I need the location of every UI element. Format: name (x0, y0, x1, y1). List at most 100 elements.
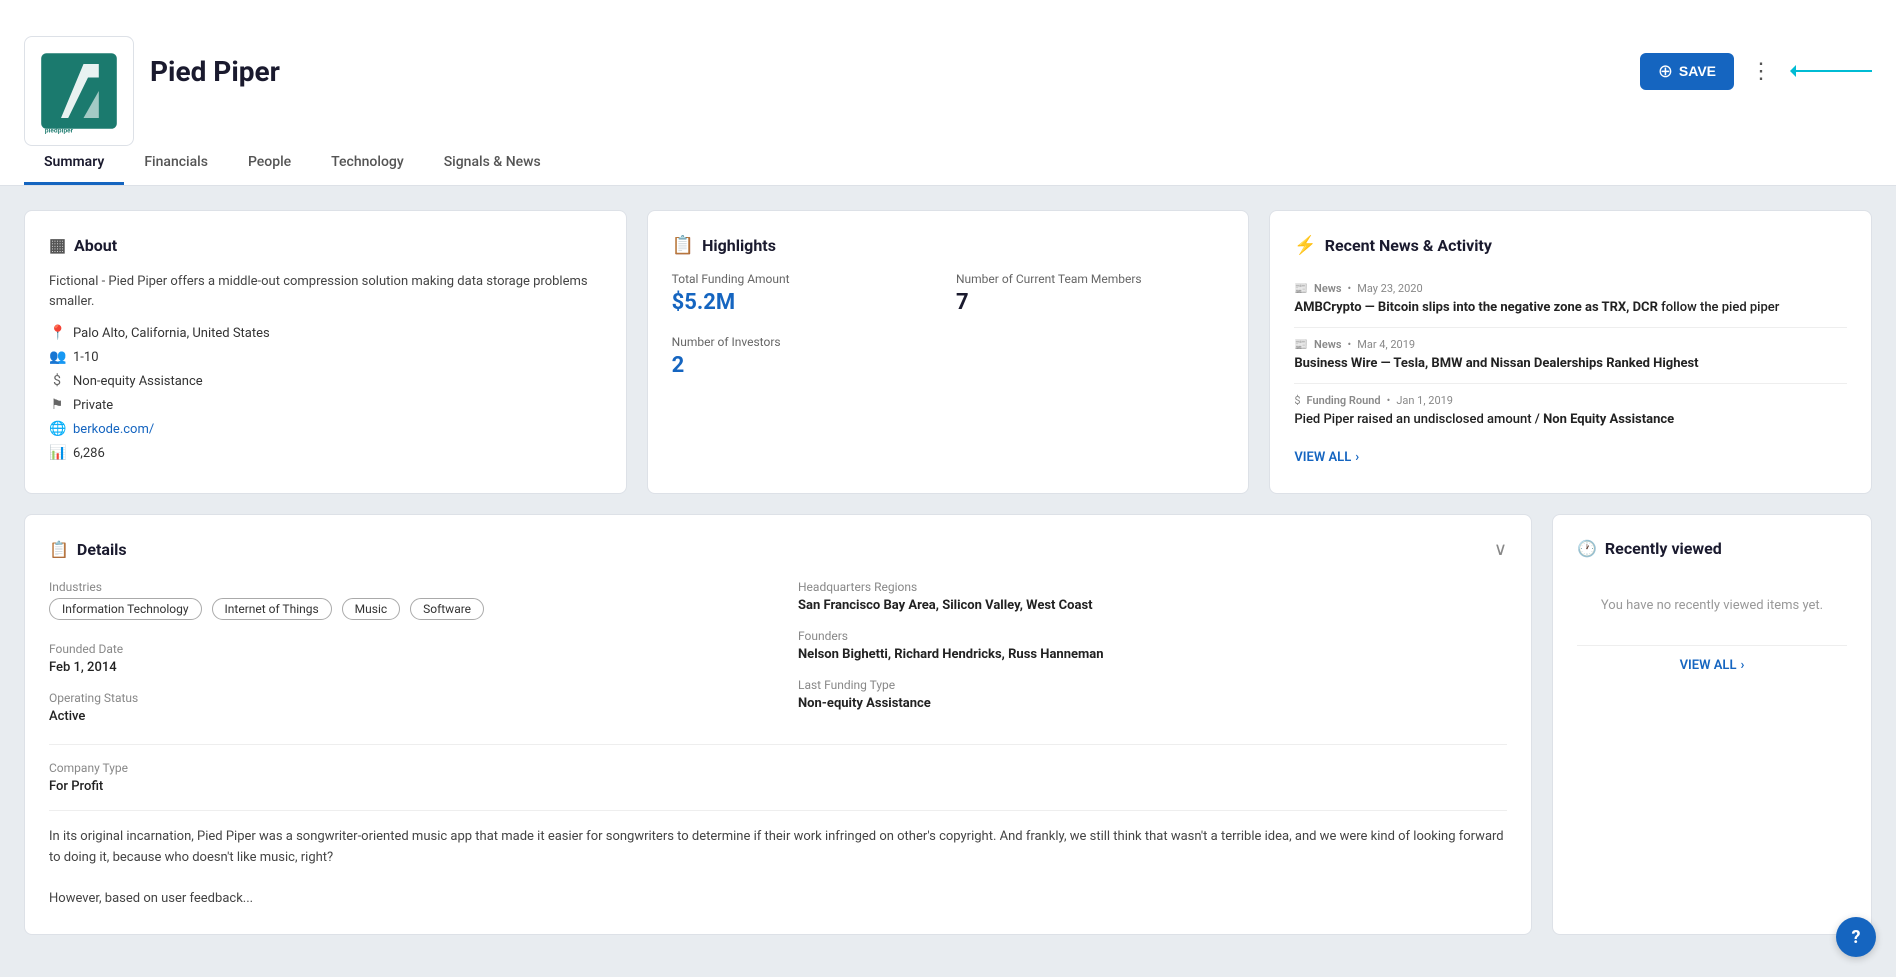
team-value: 7 (956, 290, 1224, 315)
top-cards-row: ▦ About Fictional - Pied Piper offers a … (24, 210, 1872, 494)
industries-tags: Information Technology Internet of Thing… (49, 598, 758, 626)
investors-item: Number of Investors 2 (672, 335, 940, 378)
globe-icon: 🌐 (49, 421, 65, 437)
operating-value: Active (49, 709, 758, 724)
team-item: Number of Current Team Members 7 (956, 272, 1224, 315)
founded-value: Feb 1, 2014 (49, 660, 758, 675)
highlights-grid: Total Funding Amount $5.2M Number of Cur… (672, 272, 1225, 378)
chevron-down-icon[interactable]: ∨ (1494, 539, 1507, 560)
news-item-0: 📰 News • May 23, 2020 AMBCrypto — Bitcoi… (1294, 272, 1847, 328)
tag-iot[interactable]: Internet of Things (212, 598, 332, 620)
company-type-field: Company Type For Profit (49, 744, 1507, 794)
main-content: ▦ About Fictional - Pied Piper offers a … (0, 186, 1896, 959)
dollar-icon: $ (49, 373, 65, 389)
news-title-2[interactable]: Pied Piper raised an undisclosed amount … (1294, 411, 1847, 429)
company-description: In its original incarnation, Pied Piper … (49, 810, 1507, 910)
investors-label: Number of Investors (672, 335, 940, 349)
news-meta-2: $ Funding Round • Jan 1, 2019 (1294, 394, 1847, 407)
clock-icon: 🕐 (1577, 539, 1597, 558)
company-type-label: Company Type (49, 761, 1507, 775)
about-funding-type: $ Non-equity Assistance (49, 373, 602, 389)
hq-label: Headquarters Regions (798, 580, 1507, 594)
about-location: 📍 Palo Alto, California, United States (49, 325, 602, 341)
news-item-1: 📰 News • Mar 4, 2019 Business Wire — Tes… (1294, 328, 1847, 384)
recent-news-card: ⚡ Recent News & Activity 📰 News • May 23… (1269, 210, 1872, 494)
navigation-tabs: Summary Financials People Technology Sig… (24, 142, 1872, 185)
rv-chevron-right-icon: › (1740, 658, 1744, 673)
last-funding-field: Last Funding Type Non-equity Assistance (798, 678, 1507, 711)
flag-icon: ⚑ (49, 397, 65, 413)
highlights-title: 📋 Highlights (672, 235, 1225, 256)
operating-field: Operating Status Active (49, 691, 758, 724)
header: piedpiper Pied Piper ⊕ SAVE ⋮ Summary Fi… (0, 0, 1896, 186)
hq-value: San Francisco Bay Area, Silicon Valley, … (798, 598, 1507, 613)
total-funding-value: $5.2M (672, 290, 940, 315)
company-name-heading: Pied Piper (150, 55, 1624, 88)
news-date-1: Mar 4, 2019 (1357, 338, 1415, 351)
details-row: 📋 Details ∨ Industries Information Techn… (24, 514, 1872, 935)
news-title-0[interactable]: AMBCrypto — Bitcoin slips into the negat… (1294, 299, 1847, 317)
hq-field: Headquarters Regions San Francisco Bay A… (798, 580, 1507, 613)
tab-technology[interactable]: Technology (311, 142, 424, 185)
news-type-icon-0: 📰 (1294, 282, 1308, 295)
save-plus-icon: ⊕ (1658, 61, 1673, 82)
tab-summary[interactable]: Summary (24, 142, 124, 185)
founders-field: Founders Nelson Bighetti, Richard Hendri… (798, 629, 1507, 662)
news-date-2: Jan 1, 2019 (1396, 394, 1453, 407)
about-website[interactable]: 🌐 berkode.com/ (49, 421, 602, 437)
founders-value: Nelson Bighetti, Richard Hendricks, Russ… (798, 647, 1507, 662)
about-card: ▦ About Fictional - Pied Piper offers a … (24, 210, 627, 494)
recently-viewed-view-all[interactable]: VIEW ALL › (1577, 645, 1847, 673)
news-meta-1: 📰 News • Mar 4, 2019 (1294, 338, 1847, 351)
help-button[interactable]: ? (1836, 917, 1876, 957)
recent-news-title: ⚡ Recent News & Activity (1294, 235, 1847, 256)
about-number: 📊 6,286 (49, 445, 602, 461)
tag-music[interactable]: Music (342, 598, 400, 620)
arrow-indicator (1792, 70, 1872, 72)
details-title: 📋 Details (49, 540, 127, 559)
tag-software[interactable]: Software (410, 598, 484, 620)
founded-field: Founded Date Feb 1, 2014 (49, 642, 758, 675)
tag-it[interactable]: Information Technology (49, 598, 202, 620)
news-icon: ⚡ (1294, 235, 1316, 256)
team-label: Number of Current Team Members (956, 272, 1224, 286)
news-source-0: News (1314, 282, 1341, 295)
news-meta-0: 📰 News • May 23, 2020 (1294, 282, 1847, 295)
industries-label: Industries (49, 580, 758, 594)
about-employees: 👥 1-10 (49, 349, 602, 365)
news-item-2: $ Funding Round • Jan 1, 2019 Pied Piper… (1294, 384, 1847, 439)
operating-label: Operating Status (49, 691, 758, 705)
about-description: Fictional - Pied Piper offers a middle-o… (49, 272, 602, 311)
more-options-button[interactable]: ⋮ (1742, 54, 1780, 88)
highlights-card: 📋 Highlights Total Funding Amount $5.2M … (647, 210, 1250, 494)
about-status: ⚑ Private (49, 397, 602, 413)
tab-financials[interactable]: Financials (124, 142, 228, 185)
founders-label: Founders (798, 629, 1507, 643)
details-left-col: Industries Information Technology Intern… (49, 580, 758, 740)
people-icon: 👥 (49, 349, 65, 365)
recently-viewed-card: 🕐 Recently viewed You have no recently v… (1552, 514, 1872, 935)
recently-viewed-title: 🕐 Recently viewed (1577, 539, 1847, 558)
header-actions: ⊕ SAVE ⋮ (1640, 53, 1872, 90)
view-all-news-link[interactable]: VIEW ALL › (1294, 450, 1359, 465)
tab-people[interactable]: People (228, 142, 311, 185)
total-funding-item: Total Funding Amount $5.2M (672, 272, 940, 315)
news-type-icon-1: 📰 (1294, 338, 1308, 351)
investors-value: 2 (672, 353, 940, 378)
founded-label: Founded Date (49, 642, 758, 656)
about-icon: ▦ (49, 235, 66, 256)
help-icon: ? (1852, 927, 1861, 948)
details-header: 📋 Details ∨ (49, 539, 1507, 560)
company-logo: piedpiper (24, 36, 134, 146)
tab-signals-news[interactable]: Signals & News (424, 142, 561, 185)
news-title-1[interactable]: Business Wire — Tesla, BMW and Nissan De… (1294, 355, 1847, 373)
details-grid: Industries Information Technology Intern… (49, 580, 1507, 740)
news-date-0: May 23, 2020 (1357, 282, 1422, 295)
save-label: SAVE (1679, 63, 1716, 79)
details-icon: 📋 (49, 540, 69, 559)
recently-viewed-empty: You have no recently viewed items yet. (1577, 578, 1847, 633)
chart-icon: 📊 (49, 445, 65, 461)
save-button[interactable]: ⊕ SAVE (1640, 53, 1734, 90)
details-card: 📋 Details ∨ Industries Information Techn… (24, 514, 1532, 935)
details-right-col: Headquarters Regions San Francisco Bay A… (798, 580, 1507, 740)
